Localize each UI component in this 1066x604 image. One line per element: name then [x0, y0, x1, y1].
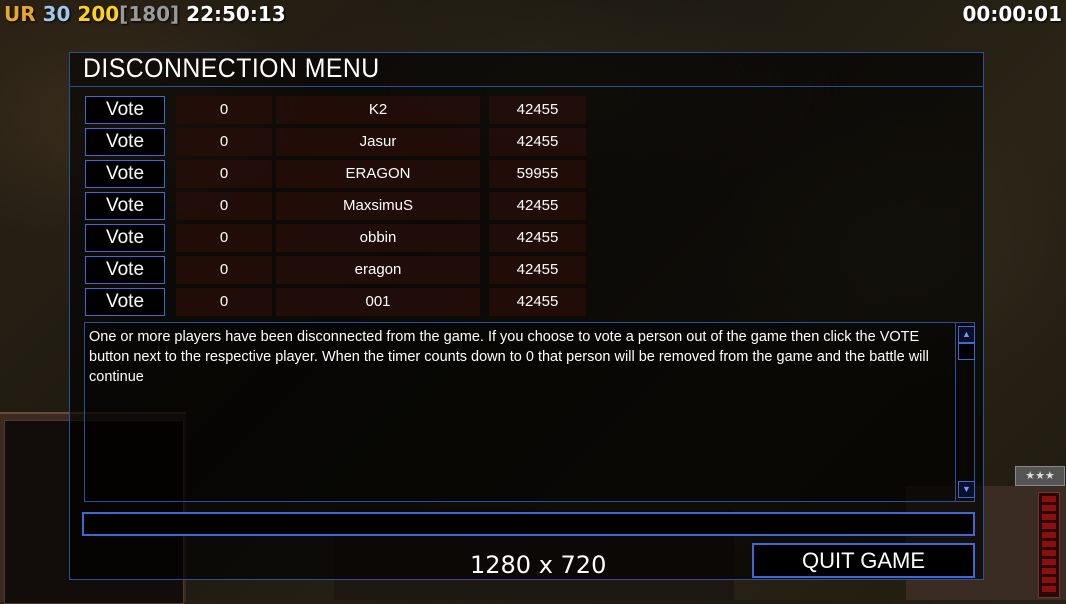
player-value: 59955	[489, 160, 586, 188]
level-label: 30	[42, 2, 71, 26]
arrow-up-icon[interactable]: ▲	[958, 326, 975, 343]
vote-count: 0	[176, 192, 272, 220]
vote-count: 0	[176, 128, 272, 156]
vote-count: 0	[176, 160, 272, 188]
player-name: K2	[276, 96, 480, 124]
player-value: 42455	[489, 128, 586, 156]
power-bar	[1038, 492, 1060, 598]
player-value: 42455	[489, 256, 586, 284]
message-scrollbar[interactable]: ▲ ▼	[955, 323, 975, 501]
scroll-thumb[interactable]	[958, 343, 975, 360]
vote-count: 0	[176, 224, 272, 252]
clock-label: 22:50:13	[186, 2, 286, 26]
dialog-title: DISCONNECTION MENU	[83, 53, 380, 83]
money-label: 200	[77, 2, 120, 26]
player-name: obbin	[276, 224, 480, 252]
vote-button[interactable]: Vote	[85, 288, 165, 316]
game-timer: 00:00:01	[962, 2, 1063, 26]
rank-label: UR	[4, 2, 36, 26]
chat-input[interactable]	[82, 512, 975, 536]
resolution-label: 1280 x 720	[470, 551, 607, 579]
vote-button[interactable]: Vote	[85, 96, 165, 124]
player-name: MaxsimuS	[276, 192, 480, 220]
quit-game-button[interactable]: QUIT GAME	[752, 543, 975, 578]
title-divider	[70, 86, 983, 87]
arrow-down-icon[interactable]: ▼	[958, 481, 975, 498]
hud-stats: UR 30 200[180] 22:50:13	[4, 2, 286, 26]
player-name: eragon	[276, 256, 480, 284]
vote-count: 0	[176, 288, 272, 316]
player-name: 001	[276, 288, 480, 316]
vote-count: 0	[176, 256, 272, 284]
rank-stars-icon: ★★★	[1015, 466, 1065, 486]
vote-button[interactable]: Vote	[85, 192, 165, 220]
player-value: 42455	[489, 192, 586, 220]
player-value: 42455	[489, 224, 586, 252]
message-text: One or more players have been disconnect…	[89, 329, 929, 385]
player-value: 42455	[489, 96, 586, 124]
vote-button[interactable]: Vote	[85, 224, 165, 252]
vote-count: 0	[176, 96, 272, 124]
player-value: 42455	[489, 288, 586, 316]
player-name: ERAGON	[276, 160, 480, 188]
player-name: Jasur	[276, 128, 480, 156]
vote-button[interactable]: Vote	[85, 256, 165, 284]
vote-button[interactable]: Vote	[85, 128, 165, 156]
vote-button[interactable]: Vote	[85, 160, 165, 188]
money-cap-label: [180]	[119, 2, 180, 26]
